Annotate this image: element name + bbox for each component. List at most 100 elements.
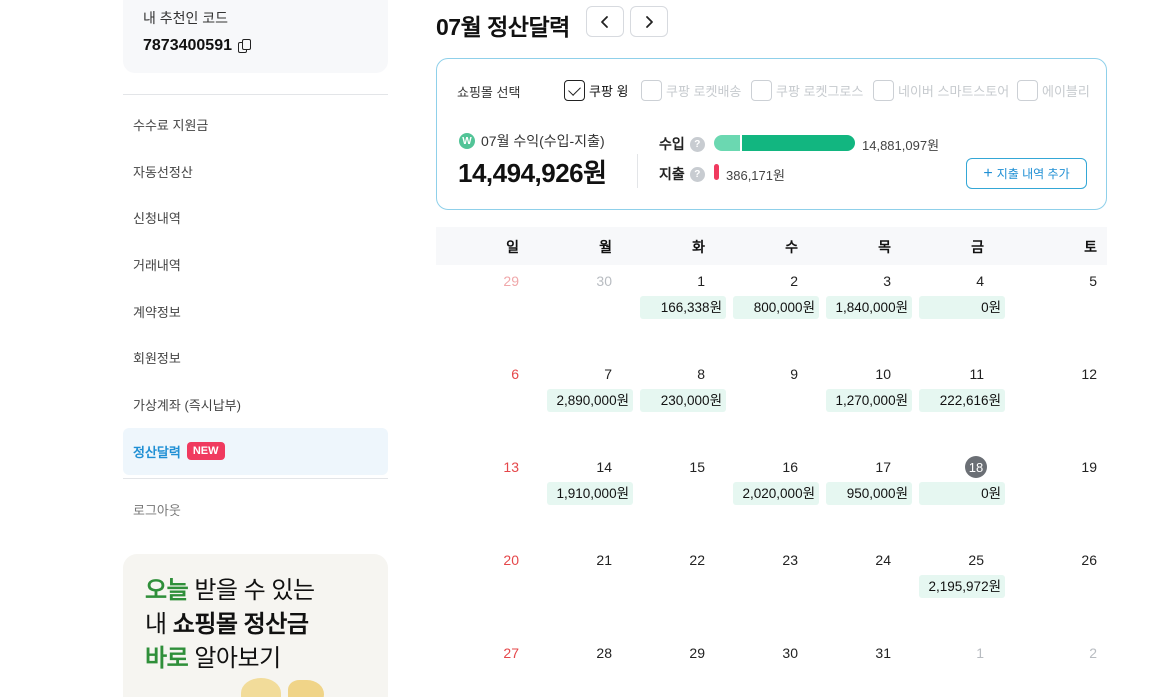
calendar-day-cell[interactable]: 10 1,270,000원 xyxy=(808,358,912,451)
calendar-day-cell[interactable]: 8 230,000원 xyxy=(622,358,726,451)
mall-checkbox[interactable] xyxy=(1017,80,1038,101)
calendar-day-cell[interactable]: 16 2,020,000원 xyxy=(715,451,819,544)
calendar-day-cell[interactable]: 4 0원 xyxy=(901,265,1005,358)
calendar-day-cell[interactable]: 9 xyxy=(715,358,808,451)
referral-title: 내 추천인 코드 xyxy=(143,10,229,26)
mall-checkbox[interactable] xyxy=(751,80,772,101)
help-icon[interactable]: ? xyxy=(689,136,705,152)
calendar-day-cell[interactable]: 31 xyxy=(808,637,901,697)
calendar-day-cell[interactable]: 29 xyxy=(436,265,529,358)
mall-option[interactable]: 쿠팡 로켓배송 xyxy=(641,80,741,101)
next-month-button[interactable] xyxy=(630,6,668,37)
calendar-day-cell[interactable]: 26 xyxy=(1014,544,1107,637)
mall-checkbox[interactable] xyxy=(564,80,585,101)
sidebar-item-transaction-history[interactable]: 거래내역 xyxy=(123,241,388,288)
calendar-day-cell[interactable]: 14 1,910,000원 xyxy=(529,451,633,544)
promo-line-2: 내 쇼핑몰 정산금 xyxy=(145,611,309,638)
calendar-day-cell[interactable]: 29 xyxy=(622,637,715,697)
sidebar-divider xyxy=(123,94,388,95)
settlement-amount[interactable]: 2,195,972원 xyxy=(919,575,1005,598)
prev-month-button[interactable] xyxy=(586,6,624,37)
day-number: 25 xyxy=(968,552,984,568)
calendar-day-cell[interactable]: 20 xyxy=(436,544,529,637)
calendar-day-cell[interactable]: 28 xyxy=(529,637,622,697)
mall-checkbox[interactable] xyxy=(873,80,894,101)
day-number: 29 xyxy=(503,273,519,289)
mall-option[interactable]: 쿠팡 윙 xyxy=(564,80,629,101)
mall-option[interactable]: 쿠팡 로켓그로스 xyxy=(751,80,863,101)
calendar-day-cell[interactable]: 1 xyxy=(901,637,994,697)
profit-amount: 14,494,926원 xyxy=(458,158,607,188)
calendar-day-cell[interactable]: 6 xyxy=(436,358,529,451)
calendar-day-cell[interactable]: 5 xyxy=(1014,265,1107,358)
add-expense-button[interactable]: + 지출 내역 추가 xyxy=(966,158,1087,189)
calendar-day-cell[interactable]: 27 xyxy=(436,637,529,697)
sidebar-item-contract-info[interactable]: 계약정보 xyxy=(123,288,388,335)
settlement-amount[interactable]: 1,840,000원 xyxy=(826,296,912,319)
calendar-day-cell[interactable]: 1 166,338원 xyxy=(622,265,726,358)
help-icon[interactable]: ? xyxy=(689,166,705,182)
settlement-amount[interactable]: 230,000원 xyxy=(640,389,726,412)
settlement-amount[interactable]: 800,000원 xyxy=(733,296,819,319)
calendar-day-cell[interactable]: 2 xyxy=(1014,637,1107,697)
calendar-day-cell[interactable]: 25 2,195,972원 xyxy=(901,544,1005,637)
settlement-amount[interactable]: 0원 xyxy=(919,296,1005,319)
summary-card: 쇼핑몰 선택 쿠팡 윙 쿠팡 로켓배송 쿠팡 로켓그로스 네이버 스마트스토어 에이블리… xyxy=(436,58,1107,210)
day-number: 24 xyxy=(875,552,891,568)
income-bar-segment xyxy=(714,135,740,151)
copy-icon[interactable] xyxy=(237,38,252,54)
mall-option[interactable]: 에이블리 xyxy=(1017,80,1090,101)
calendar-day-cell[interactable]: 18 0원 xyxy=(901,451,1005,544)
sidebar-item-fee-support[interactable]: 수수료 지원금 xyxy=(123,101,388,148)
weekday-label: 일 xyxy=(506,239,519,255)
calendar-day-cell[interactable]: 13 xyxy=(436,451,529,544)
sidebar-item-auto-settlement[interactable]: 자동선정산 xyxy=(123,148,388,195)
sidebar-item-settlement-calendar[interactable]: 정산달력 NEW xyxy=(123,427,388,475)
day-number: 20 xyxy=(503,552,519,568)
day-number: 8 xyxy=(697,366,705,382)
settlement-amount[interactable]: 2,890,000원 xyxy=(547,389,633,412)
calendar-day-cell[interactable]: 3 1,840,000원 xyxy=(808,265,912,358)
calendar-day-cell[interactable]: 23 xyxy=(715,544,808,637)
calendar-day-cell[interactable]: 11 222,616원 xyxy=(901,358,1005,451)
weekday-label: 목 xyxy=(878,239,891,255)
sidebar-item-member-info[interactable]: 회원정보 xyxy=(123,334,388,381)
sidebar-item-label: 가상계좌 (즉시납부) xyxy=(133,397,241,413)
calendar-day-cell[interactable]: 7 2,890,000원 xyxy=(529,358,633,451)
settlement-amount[interactable]: 166,338원 xyxy=(640,296,726,319)
page-title: 07월 정산달력 xyxy=(436,14,570,40)
promo-banner[interactable]: 오늘 받을 수 있는 내 쇼핑몰 정산금 바로 알아보기 xyxy=(123,554,388,697)
calendar-day-cell[interactable]: 24 xyxy=(808,544,901,637)
calendar-day-cell[interactable]: 12 xyxy=(1014,358,1107,451)
mall-option-label: 쿠팡 로켓그로스 xyxy=(776,84,864,99)
calendar-day-cell[interactable]: 15 xyxy=(622,451,715,544)
weekday-label: 화 xyxy=(692,239,705,255)
calendar-day-cell[interactable]: 22 xyxy=(622,544,715,637)
mall-option[interactable]: 네이버 스마트스토어 xyxy=(873,80,1009,101)
sidebar-item-virtual-account[interactable]: 가상계좌 (즉시납부) xyxy=(123,381,388,428)
day-number: 11 xyxy=(969,366,984,382)
sidebar-item-label: 계약정보 xyxy=(133,304,181,320)
day-number: 30 xyxy=(596,273,612,289)
settlement-amount[interactable]: 222,616원 xyxy=(919,389,1005,412)
calendar-day-cell[interactable]: 2 800,000원 xyxy=(715,265,819,358)
day-number: 16 xyxy=(782,459,798,475)
logout-link[interactable]: 로그아웃 xyxy=(133,500,181,519)
calendar-day-cell[interactable]: 21 xyxy=(529,544,622,637)
calendar-day-cell[interactable]: 30 xyxy=(529,265,622,358)
day-number: 4 xyxy=(976,273,984,289)
sidebar-item-application-history[interactable]: 신청내역 xyxy=(123,194,388,241)
promo-line-3: 바로 알아보기 xyxy=(145,645,281,672)
mall-checkbox[interactable] xyxy=(641,80,662,101)
calendar-day-cell[interactable]: 30 xyxy=(715,637,808,697)
settlement-amount[interactable]: 2,020,000원 xyxy=(733,482,819,505)
calendar-day-cell[interactable]: 17 950,000원 xyxy=(808,451,912,544)
mall-option-label: 에이블리 xyxy=(1042,84,1090,99)
settlement-amount[interactable]: 0원 xyxy=(919,482,1005,505)
calendar-day-cell[interactable]: 19 xyxy=(1014,451,1107,544)
settlement-amount[interactable]: 1,270,000원 xyxy=(826,389,912,412)
profit-label-row: W 07월 수익(수입-지출) xyxy=(459,131,605,151)
settlement-amount[interactable]: 950,000원 xyxy=(826,482,912,505)
day-number: 19 xyxy=(1081,459,1097,475)
settlement-amount[interactable]: 1,910,000원 xyxy=(547,482,633,505)
